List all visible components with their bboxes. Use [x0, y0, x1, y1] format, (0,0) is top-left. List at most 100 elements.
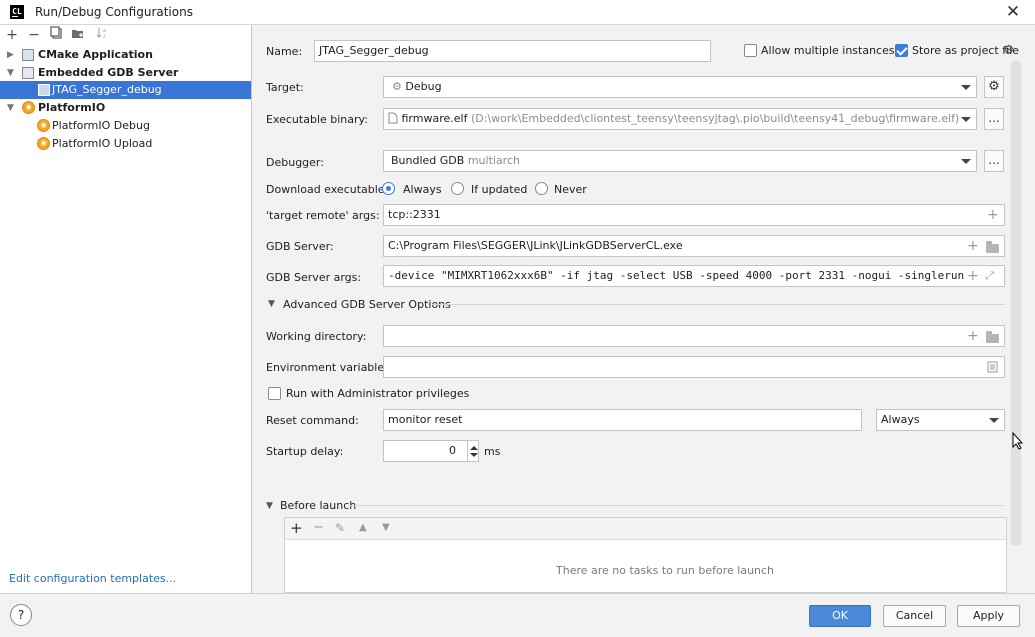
- cancel-button[interactable]: Cancel: [883, 605, 946, 627]
- allow-multiple-instances-label: Allow multiple instances: [761, 44, 895, 57]
- download-if-updated-radio[interactable]: [451, 182, 464, 195]
- run-as-admin-checkbox[interactable]: [268, 387, 281, 400]
- help-button[interactable]: ?: [10, 604, 32, 626]
- chevron-down-icon[interactable]: ▼: [7, 99, 14, 117]
- embedded-gdb-icon: [22, 67, 34, 79]
- title-bar: CL Run/Debug Configurations ✕: [0, 0, 1035, 25]
- tree-label: JTAG_Segger_debug: [52, 83, 162, 96]
- before-launch-toolbar: + − ✎ ▲ ▼: [285, 518, 1006, 540]
- startup-delay-spinner[interactable]: [467, 441, 478, 461]
- close-icon[interactable]: ✕: [1002, 1, 1024, 23]
- ok-button[interactable]: OK: [809, 605, 871, 627]
- advanced-options-label[interactable]: Advanced GDB Server Options: [283, 298, 451, 311]
- add-macro-plus-icon[interactable]: +: [967, 266, 979, 286]
- executable-binary-select[interactable]: firmware.elf (D:\work\Embedded\cliontest…: [383, 108, 977, 130]
- chevron-down-icon: [961, 85, 971, 90]
- platformio-icon: ◉: [22, 101, 35, 114]
- footer-divider: [0, 593, 1035, 594]
- target-settings-button[interactable]: ⚙: [984, 76, 1004, 98]
- chevron-right-icon[interactable]: ▶: [7, 46, 14, 64]
- gear-icon[interactable]: ⚙: [1003, 43, 1015, 58]
- add-macro-plus-icon[interactable]: +: [967, 236, 979, 256]
- target-select[interactable]: ⚙ Debug: [383, 76, 977, 98]
- chevron-down-icon[interactable]: ▼: [268, 299, 275, 309]
- move-up-icon[interactable]: ▲: [359, 519, 367, 537]
- copy-configuration-button[interactable]: [46, 26, 66, 44]
- startup-delay-label: Startup delay:: [266, 445, 344, 458]
- name-input[interactable]: JTAG_Segger_debug: [314, 40, 711, 62]
- tree-label: PlatformIO: [38, 101, 106, 114]
- new-folder-button[interactable]: [68, 26, 88, 44]
- edit-configuration-templates-link[interactable]: Edit configuration templates...: [9, 572, 176, 585]
- move-down-icon[interactable]: ▼: [382, 519, 390, 537]
- target-remote-args-label: 'target remote' args:: [266, 209, 380, 222]
- gear-icon: ⚙: [988, 79, 1000, 94]
- sort-configurations-button[interactable]: az: [92, 26, 112, 44]
- sort-icon: az: [96, 28, 106, 40]
- reset-when-value: Always: [881, 413, 920, 426]
- gdb-server-input[interactable]: C:\Program Files\SEGGER\JLink\JLinkGDBSe…: [383, 235, 1005, 257]
- window-title: Run/Debug Configurations: [35, 5, 193, 19]
- edit-task-pencil-icon[interactable]: ✎: [335, 519, 345, 537]
- tree-group-embedded-gdb-server[interactable]: ▼ Embedded GDB Server: [0, 64, 251, 82]
- add-task-button[interactable]: +: [290, 519, 303, 537]
- expand-icon[interactable]: ⤢: [985, 266, 994, 286]
- form-scrollbar[interactable]: [1011, 60, 1021, 546]
- platformio-icon: ◉: [37, 137, 50, 150]
- chevron-down-icon[interactable]: ▼: [7, 64, 14, 82]
- allow-multiple-instances-checkbox[interactable]: [744, 44, 757, 57]
- expand-plus-icon[interactable]: +: [987, 205, 999, 225]
- download-never-label: Never: [554, 183, 587, 196]
- section-divider: [432, 304, 1005, 305]
- download-always-label: Always: [403, 183, 442, 196]
- store-as-project-file-checkbox[interactable]: [895, 44, 908, 57]
- file-icon: [388, 112, 398, 124]
- reset-command-label: Reset command:: [266, 414, 359, 427]
- configurations-sidebar: + − az ▶ CMake Application ▼ Embedded GD…: [0, 25, 252, 593]
- gdb-server-value: C:\Program Files\SEGGER\JLink\JLinkGDBSe…: [388, 239, 683, 252]
- target-label: Target:: [266, 81, 304, 94]
- name-label: Name:: [266, 45, 303, 58]
- document-icon: [987, 361, 998, 373]
- reset-when-select[interactable]: Always: [876, 409, 1005, 431]
- tree-label: CMake Application: [38, 48, 153, 61]
- folder-icon[interactable]: [986, 331, 999, 343]
- remove-task-button[interactable]: −: [313, 519, 324, 537]
- add-macro-plus-icon[interactable]: +: [967, 326, 979, 346]
- executable-path: (D:\work\Embedded\cliontest_teensy\teens…: [470, 112, 960, 125]
- spin-down-icon[interactable]: [470, 453, 478, 457]
- chevron-down-icon: [961, 159, 971, 164]
- download-never-radio[interactable]: [535, 182, 548, 195]
- remove-configuration-button[interactable]: −: [24, 26, 44, 44]
- before-launch-label[interactable]: Before launch: [280, 499, 356, 512]
- gdb-server-args-input[interactable]: -device "MIMXRT1062xxx6B" -if jtag -sele…: [383, 265, 1005, 287]
- tree-group-cmake-application[interactable]: ▶ CMake Application: [0, 46, 251, 64]
- tree-item-platformio-upload[interactable]: ◉ PlatformIO Upload: [0, 135, 251, 153]
- browse-executable-button[interactable]: ...: [984, 108, 1004, 130]
- folder-icon[interactable]: [986, 241, 999, 253]
- debugger-select[interactable]: Bundled GDB multiarch: [383, 150, 977, 172]
- executable-binary-label: Executable binary:: [266, 113, 368, 126]
- add-configuration-button[interactable]: +: [2, 26, 22, 44]
- tree-item-jtag-segger-debug[interactable]: JTAG_Segger_debug: [0, 81, 251, 99]
- chevron-down-icon[interactable]: ▼: [266, 501, 273, 511]
- working-directory-label: Working directory:: [266, 330, 367, 343]
- clion-app-icon: CL: [10, 5, 24, 19]
- spin-up-icon[interactable]: [470, 446, 478, 450]
- environment-variables-input[interactable]: [383, 356, 1005, 378]
- section-divider: [348, 505, 1005, 506]
- target-remote-args-value: tcp::2331: [388, 208, 441, 221]
- target-remote-args-input[interactable]: tcp::2331 +: [383, 204, 1005, 226]
- no-tasks-message: There are no tasks to run before launch: [556, 564, 775, 577]
- debugger-options-button[interactable]: ...: [984, 150, 1004, 172]
- download-always-radio[interactable]: [382, 182, 395, 195]
- tree-group-platformio[interactable]: ▼ ◉ PlatformIO: [0, 99, 251, 117]
- tree-label: Embedded GDB Server: [38, 66, 179, 79]
- reset-command-input[interactable]: monitor reset: [383, 409, 862, 431]
- working-directory-input[interactable]: +: [383, 325, 1005, 347]
- svg-text:z: z: [103, 34, 106, 40]
- gdb-server-args-value: -device "MIMXRT1062xxx6B" -if jtag -sele…: [388, 269, 965, 282]
- tree-item-platformio-debug[interactable]: ◉ PlatformIO Debug: [0, 117, 251, 135]
- startup-delay-input[interactable]: 0: [383, 440, 479, 462]
- apply-button[interactable]: Apply: [957, 605, 1020, 627]
